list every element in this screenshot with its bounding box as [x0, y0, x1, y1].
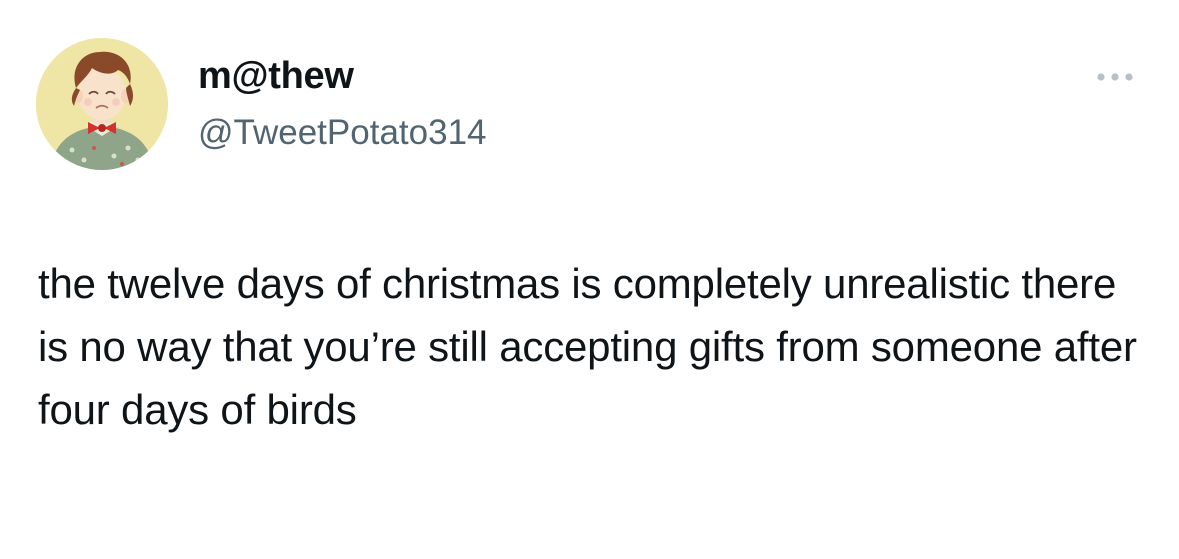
author-avatar[interactable]: [36, 38, 168, 170]
cartoon-child-avatar-icon: [36, 38, 168, 170]
more-options-button[interactable]: [1088, 62, 1142, 92]
tweet-text: the twelve days of christmas is complete…: [38, 260, 1137, 433]
tweet-card: m@thew @TweetPotato314 the twelve days o…: [0, 0, 1179, 559]
author-display-name[interactable]: m@thew: [198, 54, 354, 98]
more-options-icon: [1097, 73, 1133, 81]
author-handle[interactable]: @TweetPotato314: [198, 112, 487, 154]
